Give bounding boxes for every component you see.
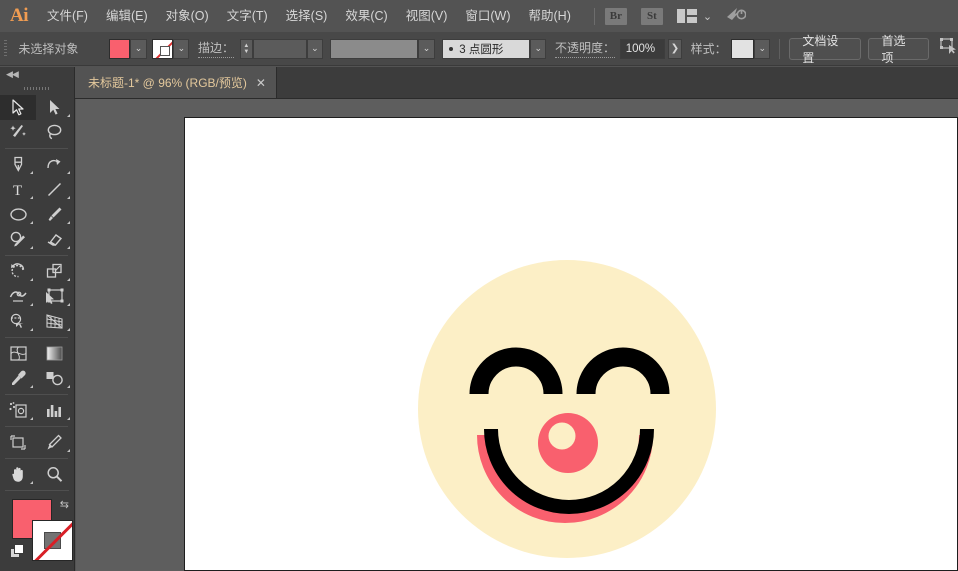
stroke-weight-stepper[interactable]: ▲ ▼ bbox=[239, 38, 254, 59]
tool-slice[interactable] bbox=[37, 430, 73, 455]
tool-ellipse[interactable] bbox=[0, 202, 36, 227]
menubar-divider bbox=[593, 7, 595, 25]
swap-fill-stroke-icon[interactable]: ⇆ bbox=[60, 498, 69, 511]
document-tab-bar: 未标题-1* @ 96% (RGB/预览) ✕ bbox=[75, 67, 958, 99]
svg-text:T: T bbox=[13, 183, 22, 198]
menu-help[interactable]: 帮助(H) bbox=[520, 0, 580, 32]
menu-file[interactable]: 文件(F) bbox=[38, 0, 97, 32]
document-setup-button[interactable]: 文档设置 bbox=[789, 34, 861, 65]
workspace-layout-icon bbox=[676, 9, 697, 23]
tools-grid: T bbox=[0, 95, 73, 487]
menu-type[interactable]: 文字(T) bbox=[218, 0, 277, 32]
tool-symbol-sprayer[interactable] bbox=[0, 398, 36, 423]
tool-paintbrush[interactable] bbox=[37, 202, 73, 227]
artboard[interactable] bbox=[184, 117, 958, 571]
tool-blend[interactable] bbox=[37, 366, 73, 391]
tool-mesh[interactable] bbox=[0, 341, 36, 366]
menu-edit[interactable]: 编辑(E) bbox=[97, 0, 157, 32]
tools-divider bbox=[5, 148, 68, 149]
tools-collapse-button[interactable]: ◀◀ bbox=[0, 67, 74, 82]
control-bar-grip[interactable] bbox=[0, 32, 10, 66]
brush-definition-input[interactable]: 3 点圆形 bbox=[442, 38, 531, 59]
stroke-color-swatch[interactable] bbox=[152, 38, 174, 59]
workspace-switcher[interactable]: ⌄ bbox=[676, 9, 713, 23]
tool-lasso[interactable] bbox=[37, 120, 73, 145]
control-bar: 未选择对象 ⌄ ⌄ 描边： ▲ ▼ ⌄ ⌄ 3 点圆形 ⌄ 不透明度： 100% … bbox=[0, 32, 958, 66]
panel-stroke-swatch[interactable] bbox=[32, 520, 73, 561]
brush-dropdown-button[interactable]: ⌄ bbox=[530, 38, 547, 59]
stroke-profile-dropdown-button[interactable]: ⌄ bbox=[418, 38, 435, 59]
tool-rotate[interactable] bbox=[0, 259, 36, 284]
tool-pen[interactable] bbox=[0, 152, 36, 177]
tool-artboard[interactable] bbox=[0, 430, 36, 455]
tools-divider bbox=[5, 426, 68, 427]
menu-effect[interactable]: 效果(C) bbox=[336, 0, 396, 32]
tools-divider bbox=[5, 255, 68, 256]
graphic-style-swatch[interactable] bbox=[731, 38, 755, 59]
creative-cloud-icon[interactable] bbox=[726, 6, 747, 27]
smiley-face-illustration[interactable] bbox=[185, 118, 958, 571]
stroke-weight-input[interactable] bbox=[253, 38, 307, 59]
style-label: 样式： bbox=[690, 42, 727, 56]
menu-window[interactable]: 窗口(W) bbox=[456, 0, 519, 32]
stroke-dropdown-button[interactable]: ⌄ bbox=[173, 38, 190, 59]
selection-status-label: 未选择对象 bbox=[18, 42, 79, 56]
tool-scale[interactable] bbox=[37, 259, 73, 284]
document-tab[interactable]: 未标题-1* @ 96% (RGB/预览) ✕ bbox=[75, 67, 277, 98]
tool-gradient[interactable] bbox=[37, 341, 73, 366]
stock-button[interactable]: St bbox=[640, 7, 663, 25]
tools-panel: ◀◀ T ⇆ bbox=[0, 67, 75, 571]
stroke-weight-label[interactable]: 描边： bbox=[198, 39, 235, 58]
illustrator-window: Ai 文件(F) 编辑(E) 对象(O) 文字(T) 选择(S) 效果(C) 视… bbox=[0, 0, 958, 571]
menu-select[interactable]: 选择(S) bbox=[277, 0, 337, 32]
stroke-weight-dropdown-button[interactable]: ⌄ bbox=[306, 38, 324, 59]
fill-stroke-controls: ⇆ bbox=[0, 496, 74, 568]
opacity-input[interactable]: 100% bbox=[619, 38, 665, 59]
tool-curvature[interactable] bbox=[37, 152, 73, 177]
close-icon[interactable]: ✕ bbox=[256, 76, 266, 90]
tool-shape-builder[interactable] bbox=[0, 309, 36, 334]
preferences-button[interactable]: 首选项 bbox=[868, 34, 929, 65]
tool-perspective-grid[interactable] bbox=[37, 309, 73, 334]
tools-divider bbox=[5, 394, 68, 395]
tool-eraser[interactable] bbox=[37, 227, 73, 252]
default-fill-stroke-icon[interactable] bbox=[10, 544, 25, 559]
bridge-button[interactable]: Br bbox=[604, 7, 627, 25]
style-dropdown-button[interactable]: ⌄ bbox=[754, 38, 771, 59]
opacity-more-button[interactable]: ❯ bbox=[667, 38, 683, 59]
chevron-down-icon: ⌄ bbox=[702, 10, 713, 23]
tools-divider bbox=[5, 490, 69, 491]
opacity-label[interactable]: 不透明度： bbox=[554, 39, 615, 58]
menu-bar: Ai 文件(F) 编辑(E) 对象(O) 文字(T) 选择(S) 效果(C) 视… bbox=[0, 0, 958, 32]
tool-free-transform[interactable] bbox=[37, 284, 73, 309]
tool-hand[interactable] bbox=[0, 462, 36, 487]
menu-object[interactable]: 对象(O) bbox=[157, 0, 218, 32]
tool-magic-wand[interactable] bbox=[0, 120, 36, 145]
tool-eyedropper[interactable] bbox=[0, 366, 36, 391]
tool-zoom[interactable] bbox=[37, 462, 73, 487]
tool-direct-selection[interactable] bbox=[37, 95, 73, 120]
stroke-profile-input[interactable] bbox=[329, 38, 419, 59]
fill-dropdown-button[interactable]: ⌄ bbox=[130, 38, 147, 59]
control-bar-divider bbox=[779, 38, 781, 59]
tool-line-segment[interactable] bbox=[37, 177, 73, 202]
tool-type[interactable]: T bbox=[0, 177, 36, 202]
menu-view[interactable]: 视图(V) bbox=[397, 0, 457, 32]
brush-dot-icon bbox=[449, 46, 454, 51]
tool-shaper[interactable] bbox=[0, 227, 36, 252]
tool-column-graph[interactable] bbox=[37, 398, 73, 423]
fill-color-swatch[interactable] bbox=[109, 38, 131, 59]
brush-definition-value: 3 点圆形 bbox=[459, 43, 504, 56]
nose-inner-hole bbox=[548, 422, 576, 450]
tool-selection[interactable] bbox=[0, 95, 36, 120]
tools-divider bbox=[5, 337, 68, 338]
select-similar-objects-icon[interactable] bbox=[939, 38, 958, 59]
tools-divider bbox=[5, 458, 68, 459]
tool-width[interactable] bbox=[0, 284, 36, 309]
tools-panel-grip[interactable] bbox=[0, 82, 74, 95]
app-logo-icon: Ai bbox=[10, 5, 29, 26]
document-tab-title: 未标题-1* @ 96% (RGB/预览) bbox=[88, 76, 247, 90]
canvas-area[interactable] bbox=[76, 99, 958, 571]
